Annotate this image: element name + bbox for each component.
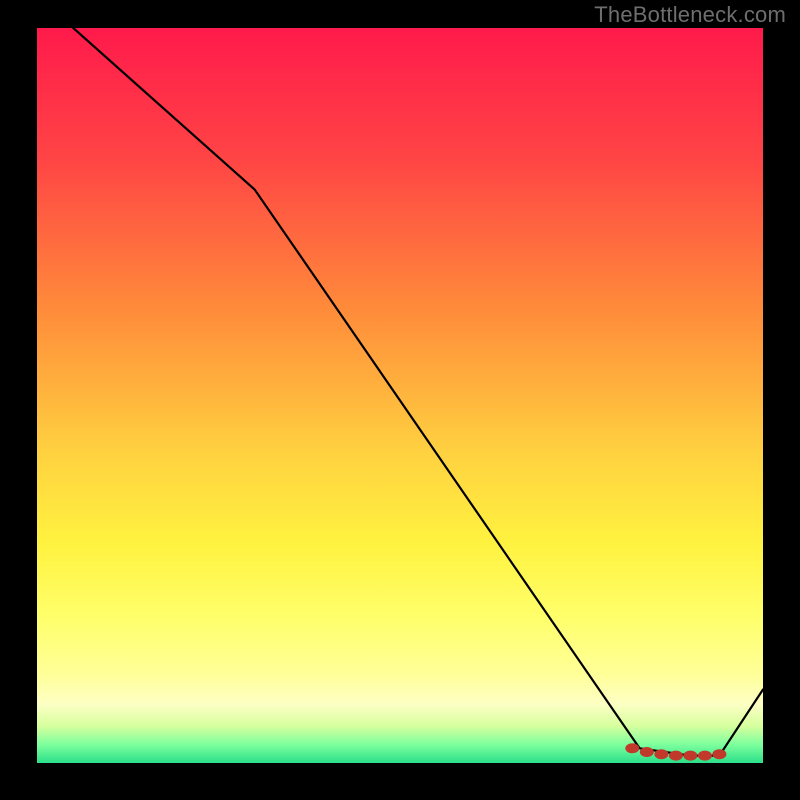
marker-point — [640, 747, 654, 757]
marker-point — [669, 751, 683, 761]
chart-svg — [37, 28, 763, 763]
chart-frame: TheBottleneck.com — [0, 0, 800, 800]
marker-point — [654, 749, 668, 759]
marker-point — [683, 751, 697, 761]
marker-point — [712, 749, 726, 759]
marker-point — [698, 751, 712, 761]
line-series — [73, 28, 763, 756]
watermark-text: TheBottleneck.com — [594, 2, 786, 28]
optimal-markers — [625, 743, 726, 760]
plot-area — [37, 28, 763, 763]
marker-point — [625, 743, 639, 753]
